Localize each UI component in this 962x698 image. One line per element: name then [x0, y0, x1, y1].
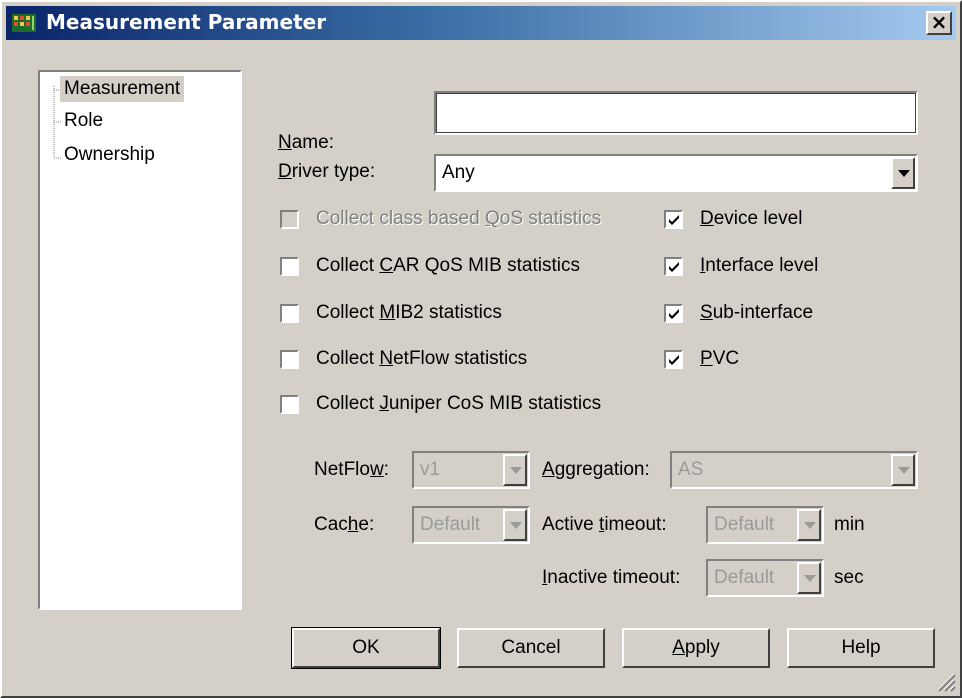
sub-interface-checkbox[interactable]: [664, 304, 683, 323]
active-timeout-select[interactable]: Default: [706, 506, 824, 544]
netflow-version-select[interactable]: v1: [412, 451, 530, 489]
chevron-down-icon[interactable]: [797, 562, 821, 594]
checkmark-icon: [669, 215, 679, 225]
help-button[interactable]: Help: [787, 628, 935, 668]
netflow-stats-label: Collect NetFlow statistics: [316, 348, 528, 369]
juniper-cos-label: Collect Juniper CoS MIB statistics: [316, 393, 602, 414]
checkmark-icon: [669, 262, 679, 272]
sub-interface-label: Sub-interface: [700, 302, 814, 323]
driver-type-value: Any: [442, 162, 475, 183]
cancel-button[interactable]: Cancel: [457, 628, 605, 668]
name-input[interactable]: [436, 93, 916, 133]
tree-item-measurement[interactable]: Measurement: [60, 76, 185, 102]
qos-class-checkbox[interactable]: [280, 210, 299, 229]
netflow-version-label: NetFlow:: [314, 459, 389, 480]
active-timeout-unit: min: [834, 514, 865, 535]
active-timeout-value: Default: [714, 514, 775, 535]
qos-class-label: Collect class based QoS statistics: [316, 208, 602, 229]
category-tree[interactable]: Measurement Role Ownership: [38, 70, 242, 610]
device-level-checkbox[interactable]: [664, 210, 683, 229]
chevron-down-icon[interactable]: [891, 454, 915, 486]
chevron-down-icon[interactable]: [797, 509, 821, 541]
apply-button[interactable]: Apply: [622, 628, 770, 668]
aggregation-select[interactable]: AS: [670, 451, 918, 489]
resize-grip-icon[interactable]: [934, 670, 956, 692]
aggregation-label: Aggregation:: [542, 459, 650, 480]
netflow-checkbox[interactable]: [280, 350, 299, 369]
chevron-down-icon[interactable]: [503, 454, 527, 486]
window-title: Measurement Parameter: [46, 10, 327, 34]
chevron-down-icon[interactable]: [503, 509, 527, 541]
car-qos-label: Collect CAR QoS MIB statistics: [316, 255, 580, 276]
driver-type-label: Driver type:: [278, 161, 376, 182]
app-icon: [12, 14, 36, 32]
pvc-checkbox[interactable]: [664, 350, 683, 369]
ok-button[interactable]: OK: [291, 627, 441, 669]
cache-select[interactable]: Default: [412, 506, 530, 544]
interface-level-label: Interface level: [700, 255, 819, 276]
checkmark-icon: [669, 309, 679, 319]
tree-item-ownership[interactable]: Ownership: [60, 142, 159, 168]
close-button[interactable]: ×: [926, 11, 952, 35]
tree-item-role[interactable]: Role: [60, 108, 107, 134]
juniper-cos-checkbox[interactable]: [280, 395, 299, 414]
inactive-timeout-unit: sec: [834, 567, 864, 588]
device-level-label: Device level: [700, 208, 803, 229]
inactive-timeout-value: Default: [714, 567, 775, 588]
active-timeout-label: Active timeout:: [542, 514, 667, 535]
inactive-timeout-label: Inactive timeout:: [542, 567, 681, 588]
close-icon: ×: [930, 10, 948, 34]
mib2-checkbox[interactable]: [280, 304, 299, 323]
checkmark-icon: [669, 355, 679, 365]
inactive-timeout-select[interactable]: Default: [706, 559, 824, 597]
driver-type-select[interactable]: Any: [434, 154, 918, 192]
chevron-down-icon[interactable]: [891, 157, 915, 189]
car-qos-checkbox[interactable]: [280, 257, 299, 276]
name-field[interactable]: [434, 91, 918, 135]
cache-value: Default: [420, 514, 481, 535]
aggregation-value: AS: [678, 459, 704, 480]
cache-label: Cache:: [314, 514, 375, 535]
title-bar[interactable]: Measurement Parameter ×: [6, 6, 956, 40]
name-label: Name:: [278, 132, 334, 153]
netflow-version-value: v1: [420, 459, 441, 480]
interface-level-checkbox[interactable]: [664, 257, 683, 276]
pvc-label: PVC: [700, 348, 740, 369]
dialog-window: Measurement Parameter × Measurement Role…: [0, 0, 962, 698]
mib2-label: Collect MIB2 statistics: [316, 302, 502, 323]
